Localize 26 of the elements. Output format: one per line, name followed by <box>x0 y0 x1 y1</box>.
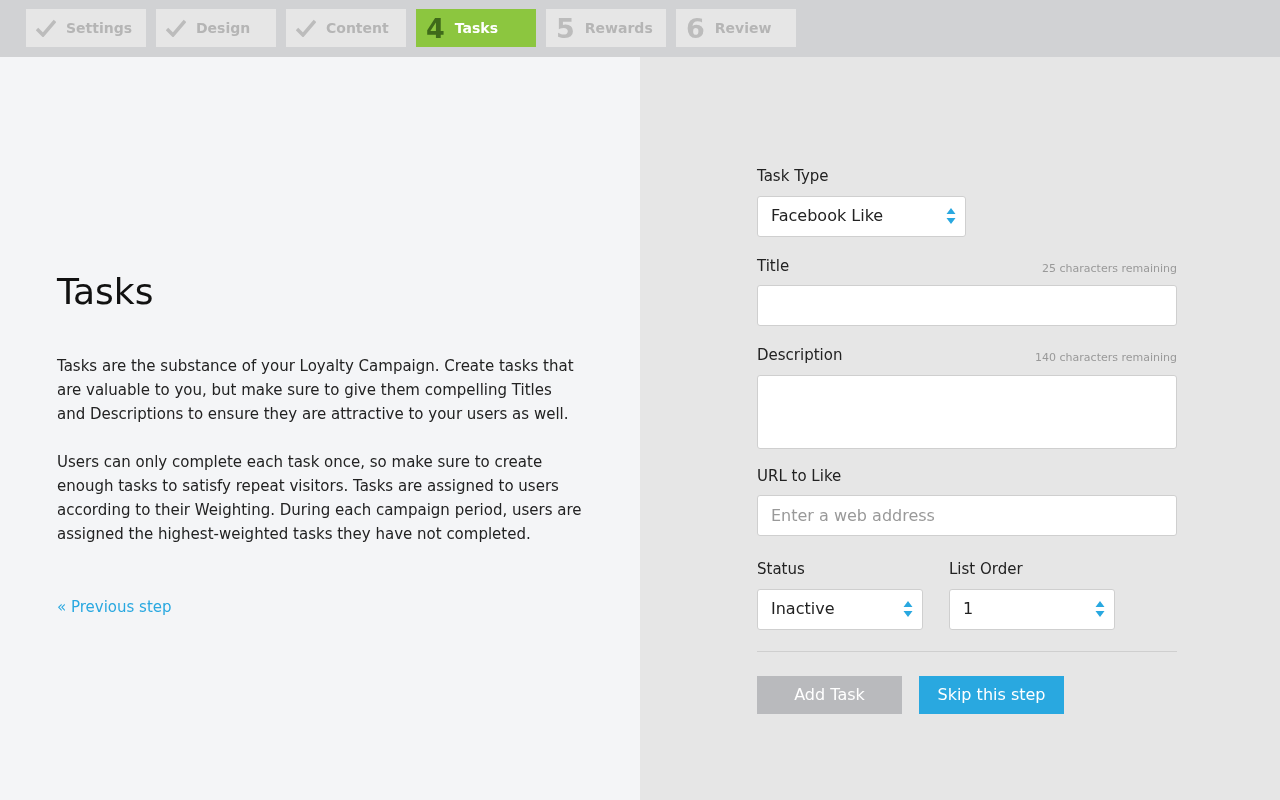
select-field[interactable]: Inactive <box>757 588 923 630</box>
checkmark-icon <box>36 19 56 37</box>
field-label: List Order <box>949 559 1024 580</box>
description-textarea[interactable] <box>757 374 1177 449</box>
intro-paragraph: Users can only complete each task once, so make sure to create enough tasks to satisfy repeat visitors. Tasks are assigned to users according to their Weighting. During each campaign period, users are assigned the highest-weighted tasks they have not completed. <box>57 452 582 545</box>
up-down-arrows-icon <box>1095 600 1105 618</box>
field-label: URL to Like <box>757 465 843 487</box>
up-down-arrows-icon <box>903 600 913 618</box>
intro-paragraph: Tasks are the substance of your Loyalty Campaign. Create tasks that are valuable to you, but make sure to give them compelling Titles and Descriptions to ensure they are attractive to your users as well. <box>57 356 575 425</box>
page-heading: Tasks <box>57 270 155 314</box>
character-counter: 25 characters remaining <box>1042 260 1177 277</box>
url-input[interactable]: Enter a web address <box>757 495 1177 536</box>
previous-step-link[interactable]: « Previous step <box>57 596 172 619</box>
checkmark-icon <box>166 19 186 37</box>
field-label: Status <box>757 559 806 580</box>
field-label: Task Type <box>757 166 830 187</box>
character-counter: 140 characters remaining <box>1035 350 1177 366</box>
checkmark-icon <box>296 19 316 37</box>
field-label: Description <box>757 345 843 366</box>
title-input[interactable] <box>757 285 1177 326</box>
step-tab[interactable]: 4 Tasks <box>416 9 536 47</box>
field-label: Title <box>757 255 790 277</box>
up-down-arrows-icon <box>946 207 956 225</box>
action-button[interactable]: Skip this step <box>919 675 1064 714</box>
select-field[interactable]: 1 <box>949 588 1115 630</box>
select-field[interactable]: Facebook Like <box>757 195 966 237</box>
